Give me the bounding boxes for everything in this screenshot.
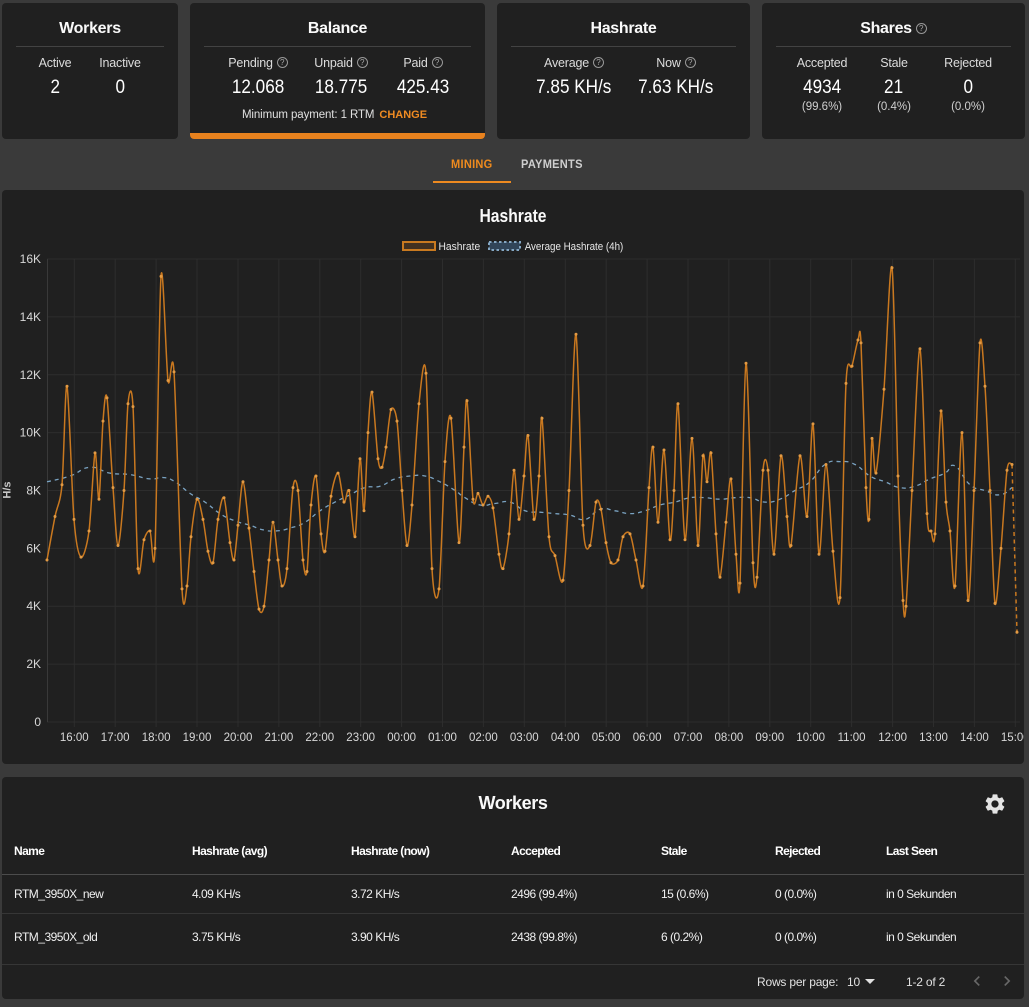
svg-text:12:00: 12:00	[878, 732, 907, 744]
svg-text:13:00: 13:00	[919, 732, 948, 744]
svg-text:02:00: 02:00	[469, 732, 498, 744]
svg-text:6K: 6K	[26, 541, 41, 555]
svg-text:14:00: 14:00	[960, 732, 989, 744]
svg-text:01:00: 01:00	[428, 732, 457, 744]
svg-text:Hashrate: Hashrate	[439, 241, 481, 253]
svg-text:8K: 8K	[26, 484, 41, 498]
svg-text:Average Hashrate (4h): Average Hashrate (4h)	[525, 241, 624, 253]
svg-text:06:00: 06:00	[633, 732, 662, 744]
svg-text:07:00: 07:00	[674, 732, 703, 744]
svg-text:12K: 12K	[20, 368, 41, 382]
svg-text:19:00: 19:00	[183, 732, 212, 744]
svg-text:23:00: 23:00	[346, 732, 375, 744]
svg-text:05:00: 05:00	[592, 732, 621, 744]
svg-text:21:00: 21:00	[265, 732, 294, 744]
svg-text:20:00: 20:00	[224, 732, 253, 744]
svg-text:22:00: 22:00	[305, 732, 334, 744]
svg-text:08:00: 08:00	[715, 732, 744, 744]
svg-text:16K: 16K	[20, 252, 41, 266]
svg-text:17:00: 17:00	[101, 732, 130, 744]
svg-text:11:00: 11:00	[838, 732, 866, 744]
svg-text:2K: 2K	[26, 657, 41, 671]
svg-text:15:00: 15:00	[1001, 732, 1024, 744]
svg-text:0: 0	[34, 715, 41, 729]
svg-text:00:00: 00:00	[387, 732, 416, 744]
svg-text:14K: 14K	[20, 310, 41, 324]
svg-text:03:00: 03:00	[510, 732, 539, 744]
svg-text:09:00: 09:00	[755, 732, 784, 744]
svg-text:16:00: 16:00	[60, 732, 89, 744]
svg-text:18:00: 18:00	[142, 732, 171, 744]
svg-text:10:00: 10:00	[796, 732, 825, 744]
svg-text:4K: 4K	[26, 599, 41, 613]
svg-text:10K: 10K	[20, 426, 41, 440]
svg-text:04:00: 04:00	[551, 732, 580, 744]
svg-text:Hashrate: Hashrate	[480, 206, 547, 226]
svg-text:H/s: H/s	[2, 481, 14, 498]
